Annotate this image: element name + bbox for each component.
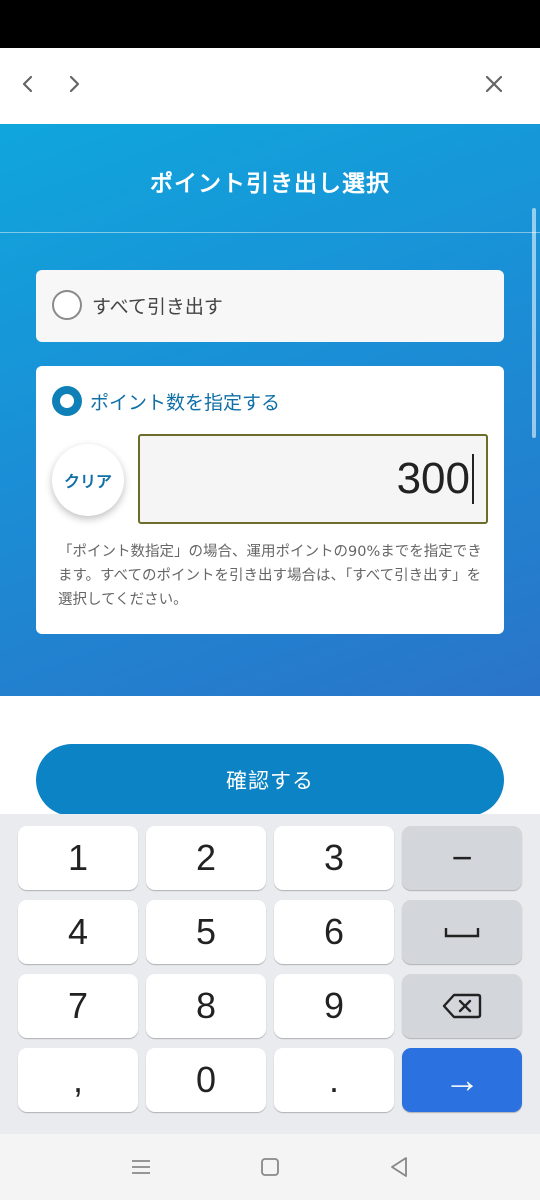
option-specify-points[interactable]: ポイント数を指定する クリア 「ポイント数指定」の場合、運用ポイントの90%まで…: [36, 366, 504, 634]
radio-withdraw-all[interactable]: [52, 290, 82, 320]
radio-specify-points[interactable]: [52, 386, 82, 416]
points-input[interactable]: [138, 434, 488, 524]
withdraw-panel: ポイント引き出し選択 すべて引き出す ポイント数を指定する クリア 「ポイント数…: [0, 124, 540, 696]
key-0[interactable]: 0: [146, 1048, 266, 1112]
key-9[interactable]: 9: [274, 974, 394, 1038]
key-period[interactable]: .: [274, 1048, 394, 1112]
clear-button[interactable]: クリア: [52, 444, 124, 516]
menu-lines-icon: [132, 1160, 150, 1174]
backspace-icon: [442, 993, 482, 1019]
browser-toolbar: [0, 48, 540, 124]
key-enter[interactable]: →: [402, 1048, 522, 1112]
chevron-right-icon: [69, 75, 80, 93]
option-specify-points-label: ポイント数を指定する: [90, 392, 281, 414]
key-4[interactable]: 4: [18, 900, 138, 964]
space-icon: [444, 928, 480, 938]
back-triangle-icon: [391, 1157, 407, 1177]
option-withdraw-all-label: すべて引き出す: [92, 296, 223, 318]
key-1[interactable]: 1: [18, 826, 138, 890]
key-7[interactable]: 7: [18, 974, 138, 1038]
key-minus[interactable]: −: [402, 826, 522, 890]
key-6[interactable]: 6: [274, 900, 394, 964]
home-button[interactable]: [255, 1152, 285, 1182]
key-backspace[interactable]: [402, 974, 522, 1038]
note-text: 「ポイント数指定」の場合、運用ポイントの90%までを指定できます。すべてのポイン…: [58, 544, 482, 608]
key-comma[interactable]: ,: [18, 1048, 138, 1112]
scrollbar[interactable]: [532, 208, 536, 438]
text-caret: [472, 454, 474, 504]
key-8[interactable]: 8: [146, 974, 266, 1038]
back-nav-button[interactable]: [384, 1152, 414, 1182]
key-3[interactable]: 3: [274, 826, 394, 890]
chevron-left-icon: [22, 75, 33, 93]
confirm-button[interactable]: 確認する: [36, 744, 504, 816]
status-bar: [0, 0, 540, 48]
close-icon: [485, 75, 503, 93]
numeric-keyboard: 1 2 3 − 4 5 6 7 8 9 , 0 . →: [0, 814, 540, 1134]
back-button[interactable]: [6, 62, 50, 106]
recents-button[interactable]: [126, 1152, 156, 1182]
option-withdraw-all[interactable]: すべて引き出す: [36, 270, 504, 342]
enter-icon: →: [444, 1059, 480, 1100]
close-button[interactable]: [472, 62, 516, 106]
forward-button[interactable]: [52, 62, 96, 106]
key-2[interactable]: 2: [146, 826, 266, 890]
home-square-icon: [261, 1158, 279, 1176]
key-space[interactable]: [402, 900, 522, 964]
system-navigation-bar: [0, 1134, 540, 1200]
key-5[interactable]: 5: [146, 900, 266, 964]
title-divider: [0, 232, 540, 233]
page-title: ポイント引き出し選択: [150, 171, 390, 197]
